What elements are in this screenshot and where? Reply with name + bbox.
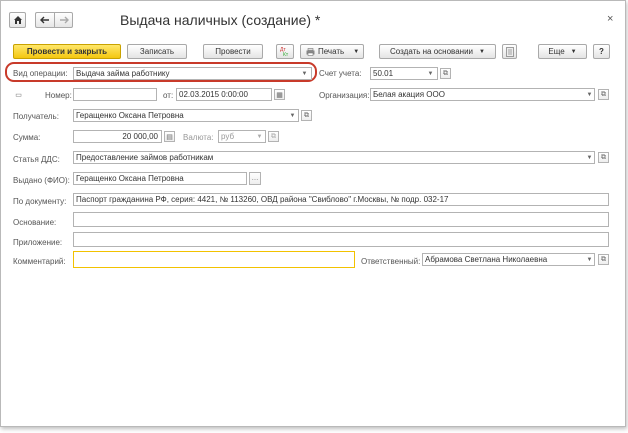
print-button[interactable]: Печать ▼ — [300, 44, 364, 59]
number-field[interactable] — [73, 88, 157, 101]
chevron-down-icon[interactable]: ▼ — [425, 67, 436, 80]
chevron-down-icon[interactable]: ▼ — [254, 130, 265, 143]
post-and-close-button[interactable]: Провести и закрыть — [13, 44, 121, 59]
create-based-on-label: Создать на основании — [390, 47, 474, 56]
save-button[interactable]: Записать — [127, 44, 187, 59]
chevron-down-icon: ▼ — [479, 48, 485, 55]
open-link-icon[interactable]: ⧉ — [598, 89, 609, 100]
chevron-down-icon: ▼ — [353, 48, 360, 55]
report-button[interactable] — [502, 44, 517, 59]
chevron-down-icon[interactable]: ▼ — [584, 88, 595, 101]
journal-entries-icon: ДтКт — [280, 47, 289, 57]
comment-label: Комментарий: — [13, 257, 66, 266]
responsible-label: Ответственный: — [361, 257, 421, 266]
attachment-label: Приложение: — [13, 238, 63, 247]
operation-type-field[interactable]: Выдача займа работнику — [73, 67, 312, 80]
cash-flow-field[interactable]: Предоставление займов работникам — [73, 151, 595, 164]
recipient-field[interactable]: Геращенко Оксана Петровна — [73, 109, 299, 122]
amount-label: Сумма: — [13, 133, 41, 142]
chevron-down-icon[interactable]: ▼ — [584, 253, 595, 266]
cash-flow-label: Статья ДДС: — [13, 155, 60, 164]
organization-label: Организация: — [319, 91, 370, 100]
open-link-icon[interactable]: ⧉ — [598, 152, 609, 163]
forward-button[interactable] — [54, 12, 73, 28]
open-link-icon[interactable]: ⧉ — [598, 254, 609, 265]
select-button[interactable]: … — [249, 172, 261, 185]
window-title: Выдача наличных (создание) * — [120, 12, 321, 28]
document-window: Выдача наличных (создание) * × Провести … — [0, 0, 626, 427]
organization-field[interactable]: Белая акация ООО — [370, 88, 595, 101]
currency-label: Валюта: — [183, 133, 214, 142]
open-link-icon[interactable]: ⧉ — [301, 110, 312, 121]
attachment-icon[interactable]: ▭ — [13, 89, 24, 100]
comment-field[interactable] — [73, 251, 355, 268]
chevron-down-icon[interactable]: ▼ — [299, 67, 310, 80]
calculator-icon[interactable]: ▤ — [164, 131, 175, 142]
printer-icon — [306, 47, 315, 56]
responsible-field[interactable]: Абрамова Светлана Николаевна — [422, 253, 595, 266]
arrow-left-icon — [40, 16, 49, 24]
date-label: от: — [163, 91, 174, 100]
create-based-on-button[interactable]: Создать на основании ▼ — [379, 44, 496, 59]
more-label: Еще — [548, 47, 565, 56]
issued-to-field[interactable]: Геращенко Оксана Петровна — [73, 172, 247, 185]
more-button[interactable]: Еще ▼ — [538, 44, 587, 59]
print-label: Печать — [318, 47, 345, 56]
open-link-icon[interactable]: ⧉ — [440, 68, 451, 79]
chevron-down-icon[interactable]: ▼ — [287, 109, 298, 122]
chevron-down-icon: ▼ — [570, 48, 577, 55]
back-button[interactable] — [35, 12, 54, 28]
basis-field[interactable] — [73, 212, 609, 227]
arrow-right-icon — [59, 16, 69, 24]
by-document-field[interactable]: Паспорт гражданина РФ, серия: 4421, № 11… — [73, 193, 609, 206]
amount-field[interactable]: 20 000,00 — [73, 130, 162, 143]
post-button[interactable]: Провести — [203, 44, 263, 59]
chevron-down-icon[interactable]: ▼ — [584, 151, 595, 164]
close-icon[interactable]: × — [607, 13, 613, 25]
home-icon — [13, 16, 22, 24]
report-icon — [505, 46, 514, 57]
by-document-label: По документу: — [13, 197, 67, 206]
account-label: Счет учета: — [319, 69, 362, 78]
basis-label: Основание: — [13, 218, 57, 227]
open-link-icon[interactable]: ⧉ — [268, 131, 279, 142]
calendar-icon[interactable]: ▦ — [274, 89, 285, 100]
journal-entries-button[interactable]: Дт Кт — [276, 44, 294, 59]
help-button[interactable]: ? — [593, 44, 610, 59]
svg-text:Кт: Кт — [283, 52, 289, 57]
recipient-label: Получатель: — [13, 112, 59, 121]
home-button[interactable] — [9, 12, 26, 28]
issued-to-label: Выдано (ФИО): — [13, 176, 70, 185]
operation-type-label: Вид операции: — [13, 69, 68, 78]
date-field[interactable]: 02.03.2015 0:00:00 — [176, 88, 272, 101]
number-label: Номер: — [45, 91, 72, 100]
attachment-field[interactable] — [73, 232, 609, 247]
